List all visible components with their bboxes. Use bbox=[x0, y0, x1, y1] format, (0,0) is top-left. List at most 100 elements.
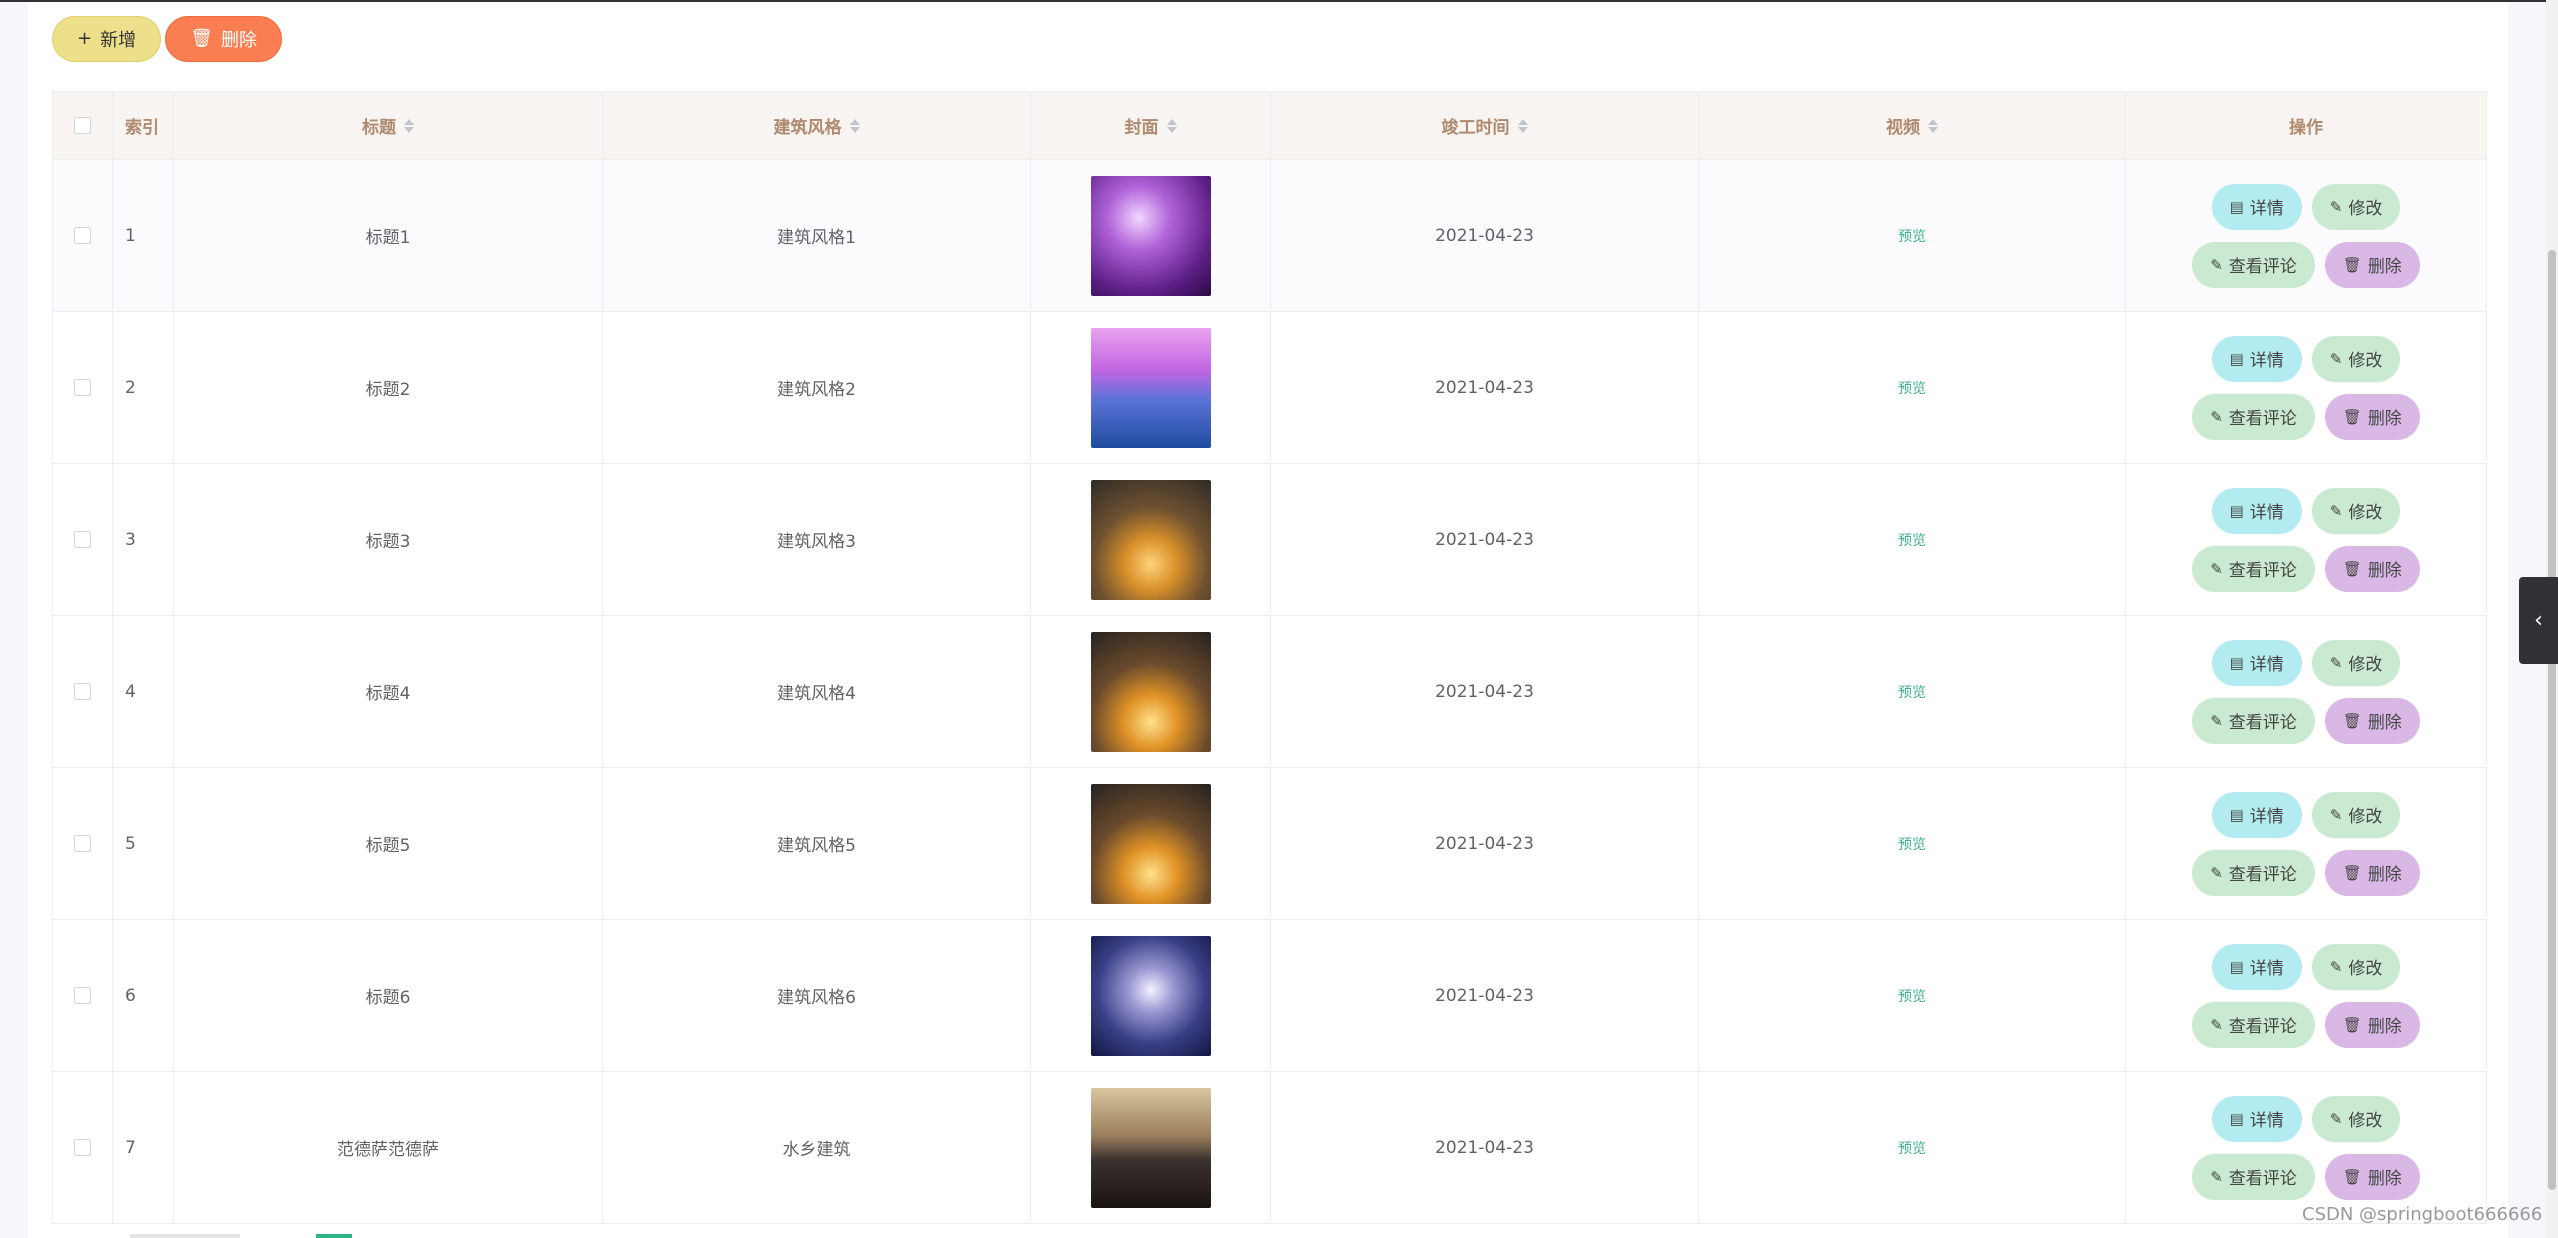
row-actions: ▤ 详情 ✎ 修改 ✎ 查看评论 🗑 删除 bbox=[2126, 160, 2487, 311]
delete-button[interactable]: 🗑 删除 bbox=[2324, 393, 2420, 440]
trash-icon: 🗑 bbox=[2342, 559, 2362, 578]
cover-image[interactable] bbox=[1090, 479, 1211, 600]
video-preview-link[interactable]: 预览 bbox=[1898, 1138, 1926, 1158]
header-date[interactable]: 竣工时间 bbox=[1271, 92, 1699, 159]
header-actions: 操作 bbox=[2126, 92, 2487, 159]
pencil-icon: ✎ bbox=[2329, 957, 2343, 976]
row-checkbox[interactable] bbox=[74, 227, 91, 244]
detail-button[interactable]: ▤ 详情 bbox=[2211, 639, 2302, 686]
actions-line-1: ▤ 详情 ✎ 修改 bbox=[2211, 943, 2401, 990]
header-video[interactable]: 视频 bbox=[1699, 92, 2126, 159]
row-index: 1 bbox=[113, 160, 174, 311]
video-preview-link[interactable]: 预览 bbox=[1898, 834, 1926, 854]
cover-image[interactable] bbox=[1090, 935, 1211, 1056]
pencil-icon: ✎ bbox=[2210, 255, 2223, 274]
edit-button[interactable]: ✎ 修改 bbox=[2311, 335, 2401, 382]
detail-button[interactable]: ▤ 详情 bbox=[2211, 943, 2302, 990]
view-comments-button[interactable]: ✎ 查看评论 bbox=[2192, 1153, 2315, 1200]
add-button[interactable]: + 新增 bbox=[52, 16, 162, 62]
cover-image[interactable] bbox=[1090, 1087, 1211, 1208]
delete-button[interactable]: 🗑 删除 bbox=[2324, 1001, 2420, 1048]
row-checkbox[interactable] bbox=[74, 1139, 91, 1156]
side-panel-toggle[interactable]: ‹ bbox=[2519, 577, 2558, 664]
header-cover-label: 封面 bbox=[1124, 118, 1159, 138]
delete-label: 删除 bbox=[2367, 713, 2402, 733]
row-checkbox[interactable] bbox=[74, 683, 91, 700]
edit-button[interactable]: ✎ 修改 bbox=[2311, 183, 2401, 230]
sort-icon[interactable] bbox=[849, 118, 860, 133]
select-all-checkbox[interactable] bbox=[74, 117, 91, 134]
cover-image[interactable] bbox=[1090, 631, 1211, 752]
video-preview-link[interactable]: 预览 bbox=[1898, 226, 1926, 246]
delete-button[interactable]: 🗑 删除 bbox=[2324, 697, 2420, 744]
actions-line-2: ✎ 查看评论 🗑 删除 bbox=[2192, 1001, 2420, 1048]
delete-button[interactable]: 🗑 删除 bbox=[2324, 1153, 2420, 1200]
edit-button[interactable]: ✎ 修改 bbox=[2311, 943, 2401, 990]
row-date: 2021-04-23 bbox=[1271, 920, 1699, 1071]
row-video: 预览 bbox=[1699, 160, 2126, 311]
pencil-icon: ✎ bbox=[2210, 1015, 2223, 1034]
video-preview-link[interactable]: 预览 bbox=[1898, 986, 1926, 1006]
sort-icon[interactable] bbox=[1517, 118, 1528, 133]
view-comments-button[interactable]: ✎ 查看评论 bbox=[2192, 1001, 2315, 1048]
video-preview-link[interactable]: 预览 bbox=[1898, 682, 1926, 702]
header-style[interactable]: 建筑风格 bbox=[603, 92, 1031, 159]
view-comments-button[interactable]: ✎ 查看评论 bbox=[2192, 241, 2315, 288]
delete-button[interactable]: 🗑 删除 bbox=[2324, 849, 2420, 896]
table-body: 1 标题1 建筑风格1 2021-04-23 预览 ▤ 详情 ✎ 修改 ✎ 查看… bbox=[53, 160, 2487, 1224]
row-index: 5 bbox=[113, 768, 174, 919]
header-title[interactable]: 标题 bbox=[174, 92, 603, 159]
cover-image[interactable] bbox=[1090, 175, 1211, 296]
view-comments-button[interactable]: ✎ 查看评论 bbox=[2192, 393, 2315, 440]
row-checkbox[interactable] bbox=[74, 379, 91, 396]
actions-line-2: ✎ 查看评论 🗑 删除 bbox=[2192, 1153, 2420, 1200]
document-icon: ▤ bbox=[2229, 805, 2244, 824]
detail-button[interactable]: ▤ 详情 bbox=[2211, 335, 2302, 382]
detail-button[interactable]: ▤ 详情 bbox=[2211, 487, 2302, 534]
view-comments-button[interactable]: ✎ 查看评论 bbox=[2192, 545, 2315, 592]
cover-image[interactable] bbox=[1090, 783, 1211, 904]
document-icon: ▤ bbox=[2229, 957, 2244, 976]
edit-button[interactable]: ✎ 修改 bbox=[2311, 487, 2401, 534]
sort-icon[interactable] bbox=[404, 118, 414, 133]
row-checkbox[interactable] bbox=[74, 835, 91, 852]
chevron-left-icon: ‹ bbox=[2534, 608, 2543, 633]
sort-icon[interactable] bbox=[1928, 118, 1938, 133]
row-checkbox[interactable] bbox=[74, 531, 91, 548]
pencil-icon: ✎ bbox=[2210, 407, 2223, 426]
row-style: 水乡建筑 bbox=[603, 1072, 1031, 1223]
edit-label: 修改 bbox=[2348, 503, 2383, 523]
edit-button[interactable]: ✎ 修改 bbox=[2311, 791, 2401, 838]
edit-label: 修改 bbox=[2348, 807, 2383, 827]
detail-button[interactable]: ▤ 详情 bbox=[2211, 183, 2302, 230]
view-comments-label: 查看评论 bbox=[2228, 409, 2297, 429]
video-preview-link[interactable]: 预览 bbox=[1898, 530, 1926, 550]
header-cover[interactable]: 封面 bbox=[1031, 92, 1271, 159]
view-comments-button[interactable]: ✎ 查看评论 bbox=[2192, 849, 2315, 896]
row-cover bbox=[1031, 1072, 1271, 1223]
row-checkbox[interactable] bbox=[74, 987, 91, 1004]
row-select-cell bbox=[53, 464, 113, 615]
header-video-label: 视频 bbox=[1886, 118, 1920, 138]
video-preview-link[interactable]: 预览 bbox=[1898, 378, 1926, 398]
row-title: 标题1 bbox=[174, 160, 603, 311]
edit-label: 修改 bbox=[2348, 959, 2383, 979]
header-date-label: 竣工时间 bbox=[1441, 118, 1510, 138]
scrollbar-thumb[interactable] bbox=[2548, 250, 2556, 1190]
view-comments-button[interactable]: ✎ 查看评论 bbox=[2192, 697, 2315, 744]
edit-button[interactable]: ✎ 修改 bbox=[2311, 1095, 2401, 1142]
edit-button[interactable]: ✎ 修改 bbox=[2311, 639, 2401, 686]
row-title: 标题4 bbox=[174, 616, 603, 767]
batch-delete-label: 删除 bbox=[220, 30, 257, 51]
actions-line-2: ✎ 查看评论 🗑 删除 bbox=[2192, 545, 2420, 592]
delete-button[interactable]: 🗑 删除 bbox=[2324, 241, 2420, 288]
sort-icon[interactable] bbox=[1166, 118, 1177, 133]
row-date: 2021-04-23 bbox=[1271, 464, 1699, 615]
table-header: 索引 标题 建筑风格 封面 竣工时间 视频 操作 bbox=[53, 92, 2487, 160]
view-comments-label: 查看评论 bbox=[2228, 1017, 2297, 1037]
batch-delete-button[interactable]: 🗑 删除 bbox=[165, 16, 282, 62]
detail-button[interactable]: ▤ 详情 bbox=[2211, 1095, 2302, 1142]
delete-button[interactable]: 🗑 删除 bbox=[2324, 545, 2420, 592]
cover-image[interactable] bbox=[1090, 327, 1211, 448]
detail-button[interactable]: ▤ 详情 bbox=[2211, 791, 2302, 838]
